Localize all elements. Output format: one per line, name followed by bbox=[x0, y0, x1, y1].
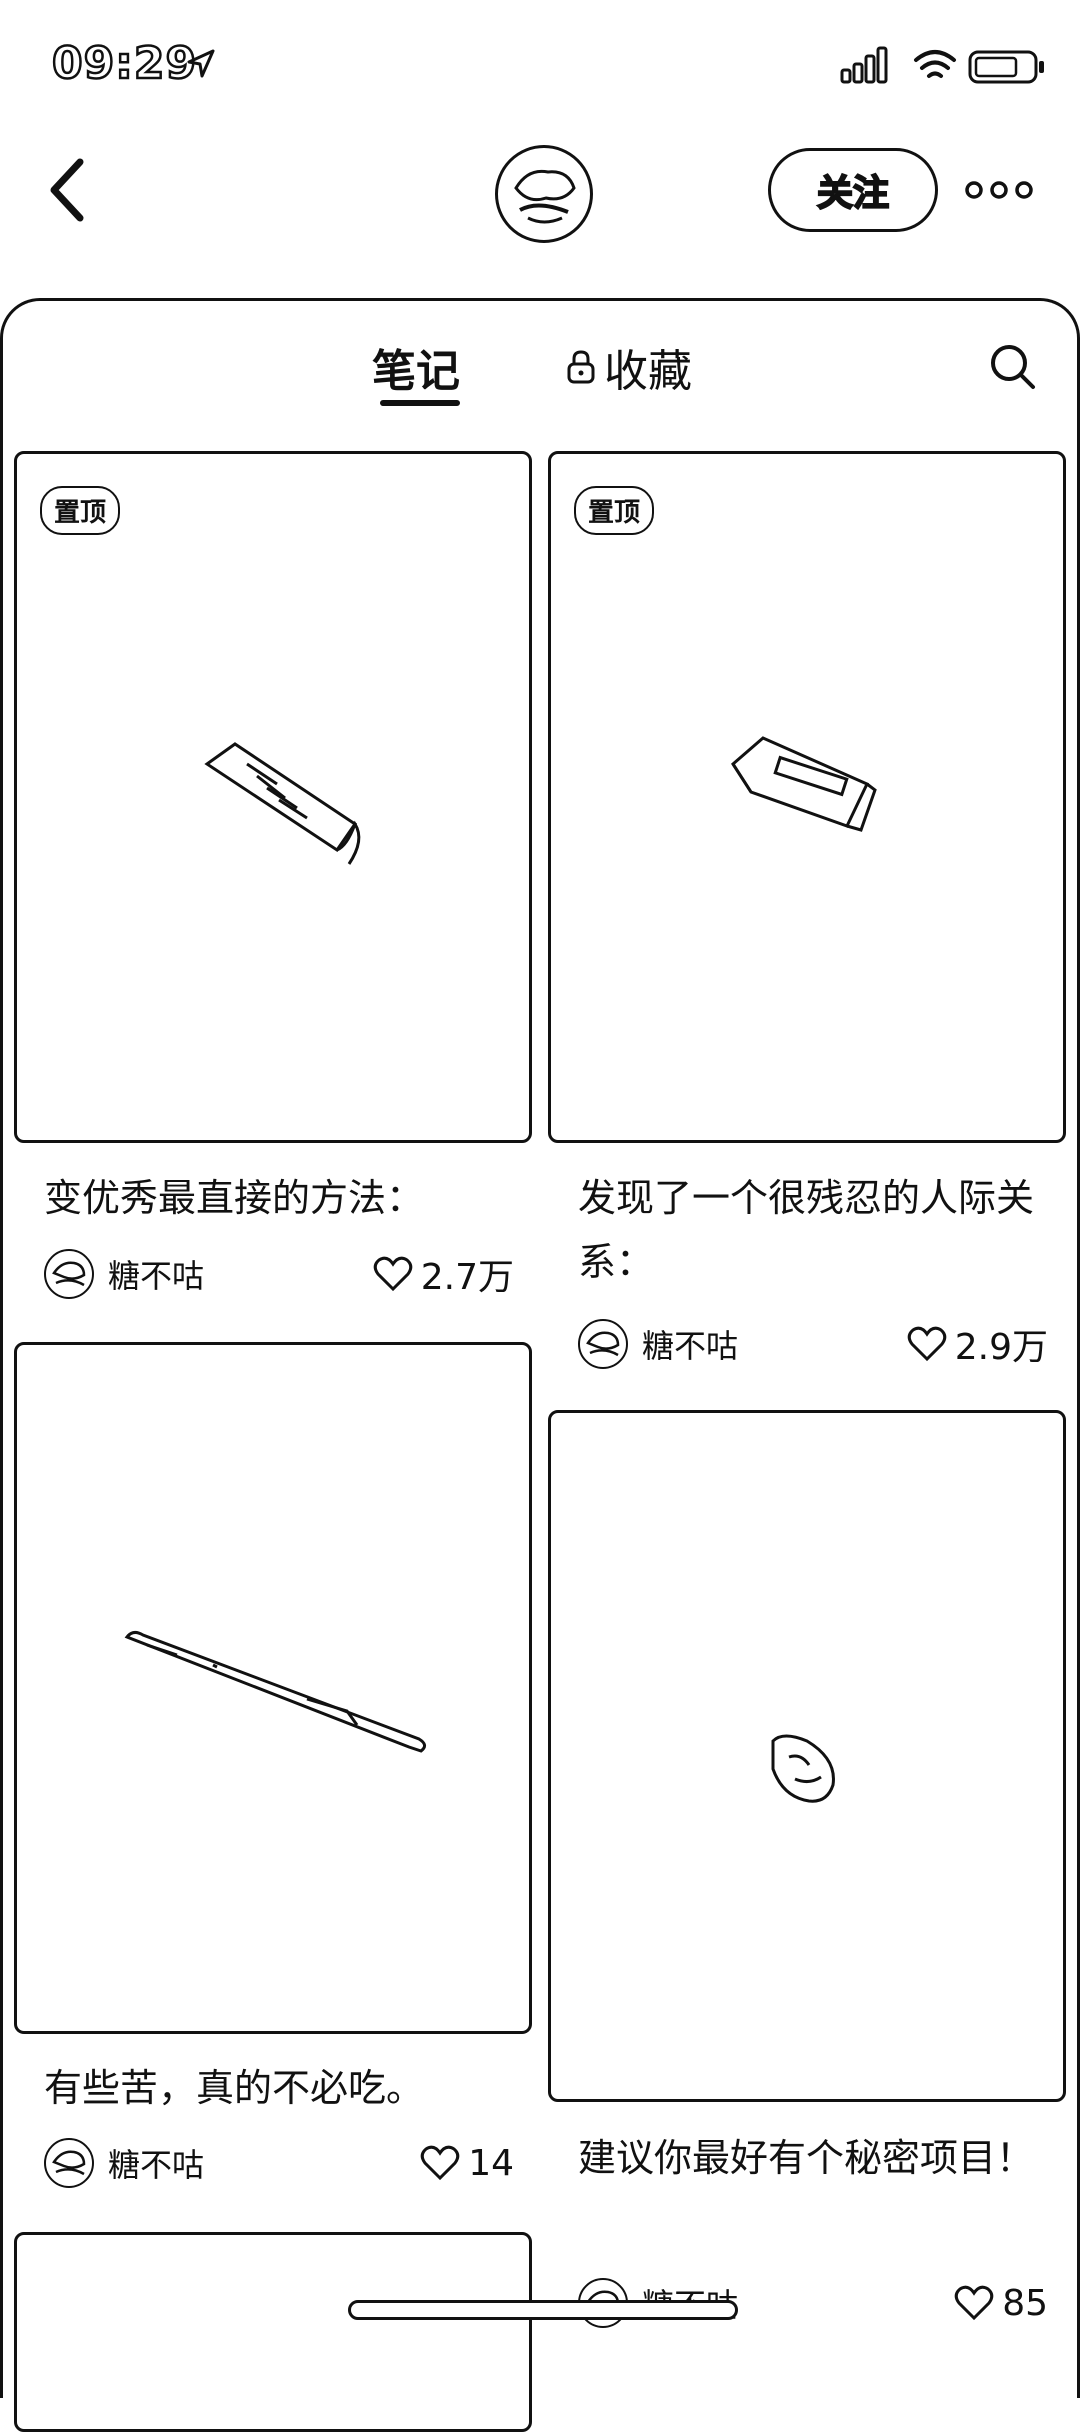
battery-icon bbox=[968, 50, 1044, 84]
status-time: 09:29 bbox=[51, 37, 198, 91]
note-card-image[interactable] bbox=[548, 451, 1066, 1143]
author-avatar[interactable] bbox=[44, 1249, 94, 1299]
note-meta: 糖不咕 2.7万 bbox=[44, 1248, 514, 1300]
note-card-image[interactable] bbox=[14, 451, 532, 1143]
product-image bbox=[731, 736, 877, 832]
like-count: 85 bbox=[1002, 2282, 1048, 2324]
note-title[interactable]: 变优秀最直接的方法： bbox=[44, 1166, 534, 1230]
location-arrow-icon bbox=[187, 49, 215, 78]
lock-icon bbox=[567, 350, 595, 384]
back-chevron-icon bbox=[50, 158, 84, 222]
heart-icon bbox=[420, 2145, 460, 2181]
tab-collect-label: 收藏 bbox=[604, 346, 692, 397]
signal-icon bbox=[840, 46, 888, 84]
follow-button[interactable]: 关注 bbox=[768, 148, 938, 232]
search-button[interactable] bbox=[988, 342, 1038, 392]
note-card-image[interactable] bbox=[14, 2232, 532, 2432]
note-card-image[interactable] bbox=[14, 1342, 532, 2034]
like-button[interactable]: 85 bbox=[954, 2283, 1048, 2324]
search-icon bbox=[991, 345, 1035, 389]
active-tab-indicator bbox=[380, 400, 460, 406]
like-count: 14 bbox=[468, 2142, 514, 2184]
note-title[interactable]: 有些苦，真的不必吃。 bbox=[44, 2056, 534, 2120]
note-title[interactable]: 建议你最好有个秘密项目！ bbox=[578, 2126, 1068, 2190]
heart-icon bbox=[373, 1256, 412, 1292]
like-count: 2.9万 bbox=[954, 1327, 1048, 1368]
heart-icon bbox=[954, 2285, 994, 2321]
author-name[interactable]: 糖不咕 bbox=[108, 2140, 420, 2186]
heart-icon bbox=[907, 1326, 946, 1362]
note-title[interactable]: 发现了一个很残忍的人际关系： bbox=[578, 1166, 1068, 1294]
home-indicator[interactable] bbox=[348, 2300, 738, 2320]
status-icons bbox=[840, 44, 1050, 92]
author-name[interactable]: 糖不咕 bbox=[642, 1321, 907, 1367]
product-image bbox=[771, 1734, 835, 1803]
back-button[interactable] bbox=[40, 150, 100, 230]
author-avatar[interactable] bbox=[44, 2138, 94, 2188]
author-name[interactable]: 糖不咕 bbox=[108, 1251, 373, 1297]
pinned-badge: 置顶 bbox=[40, 486, 121, 535]
product-image bbox=[124, 1630, 426, 1753]
pinned-badge: 置顶 bbox=[574, 486, 655, 535]
follow-label: 关注 bbox=[816, 172, 890, 215]
like-button[interactable]: 2.9万 bbox=[907, 1318, 1048, 1370]
product-image bbox=[204, 742, 361, 865]
note-card-image[interactable] bbox=[548, 1410, 1066, 2102]
profile-avatar[interactable] bbox=[495, 145, 593, 243]
tab-collect[interactable]: 收藏 bbox=[566, 335, 692, 399]
tab-notes[interactable]: 笔记 bbox=[372, 335, 460, 399]
more-button[interactable] bbox=[964, 170, 1034, 210]
author-avatar[interactable] bbox=[578, 1319, 628, 1369]
more-dots-icon bbox=[965, 181, 1033, 199]
note-meta: 糖不咕 2.9万 bbox=[578, 1318, 1048, 1370]
note-meta: 糖不咕 14 bbox=[44, 2138, 514, 2188]
wifi-icon bbox=[914, 50, 956, 78]
like-button[interactable]: 2.7万 bbox=[373, 1248, 514, 1300]
like-count: 2.7万 bbox=[420, 1257, 514, 1298]
like-button[interactable]: 14 bbox=[420, 2143, 514, 2184]
